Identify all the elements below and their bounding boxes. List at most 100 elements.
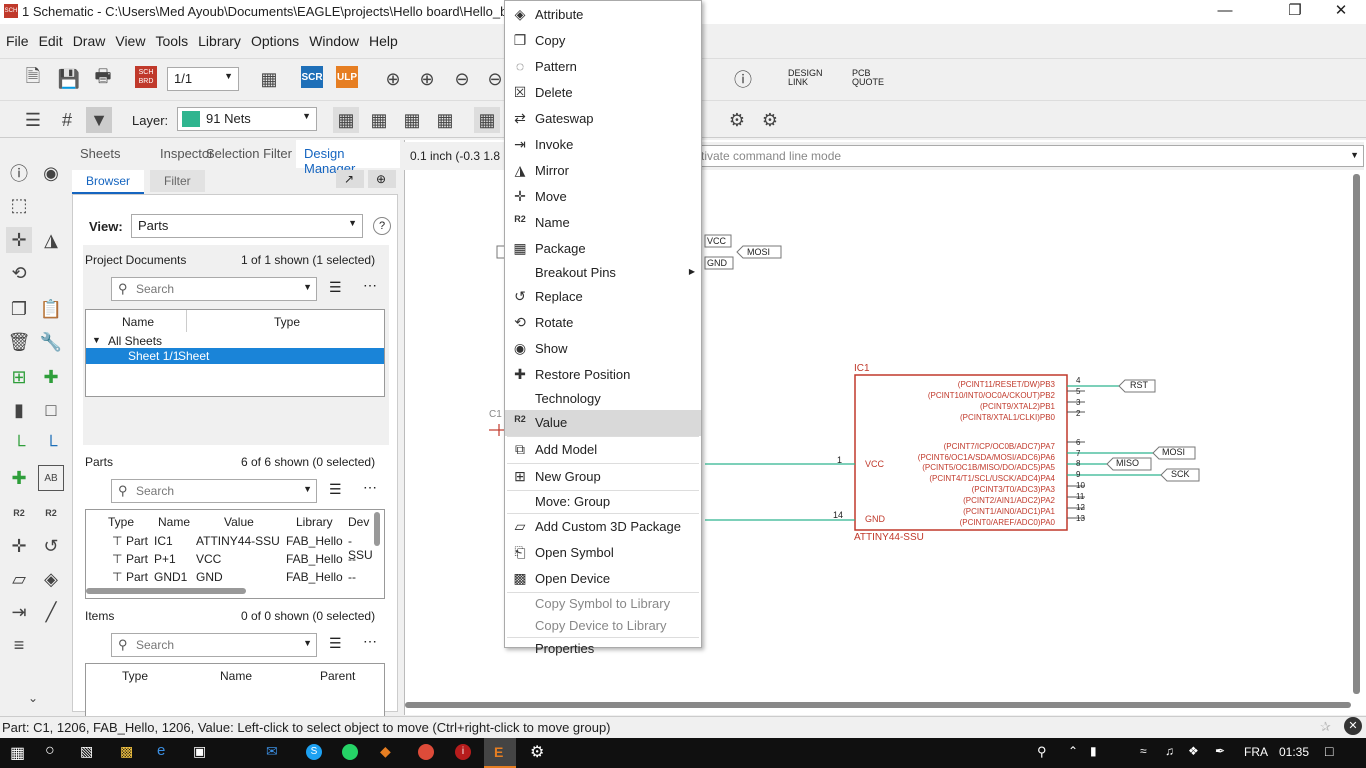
sheet-select[interactable]: 1/1 ▼ bbox=[167, 67, 239, 91]
menu-item-show[interactable]: ◉ Show bbox=[505, 336, 701, 362]
copy-tool-icon[interactable]: ❐ bbox=[6, 296, 32, 322]
align-5-icon[interactable]: ▦ bbox=[474, 107, 500, 133]
menu-item-mirror[interactable]: ◮ Mirror bbox=[505, 158, 701, 184]
expand-icon[interactable]: ⌄ bbox=[20, 685, 46, 711]
rotate-tool-icon[interactable]: ⟲ bbox=[6, 260, 32, 286]
group-all-sheets[interactable]: All Sheets bbox=[108, 334, 162, 348]
menu-item-delete[interactable]: ☒ Delete bbox=[505, 80, 701, 106]
ulp-icon[interactable]: ULP bbox=[336, 66, 358, 88]
edge-icon[interactable]: e bbox=[157, 742, 165, 759]
wifi-icon[interactable]: ≈ bbox=[1140, 744, 1147, 758]
bus-icon[interactable]: └ bbox=[38, 432, 64, 458]
name-tool-icon[interactable]: R2 bbox=[6, 500, 32, 526]
print-icon[interactable]: 🖶 bbox=[90, 66, 116, 92]
menu-edit[interactable]: Edit bbox=[33, 28, 67, 49]
menu-item-rotate[interactable]: ⟲ Rotate bbox=[505, 310, 701, 336]
language-indicator[interactable]: FRA bbox=[1244, 745, 1268, 759]
go-icon[interactable]: ✕ bbox=[1344, 717, 1362, 735]
skype-icon[interactable]: S bbox=[306, 744, 322, 760]
git-icon[interactable]: ◆ bbox=[380, 743, 391, 760]
menu-item-pattern[interactable]: ◌ Pattern bbox=[505, 54, 701, 80]
delete-tool-icon[interactable]: 🗑 bbox=[6, 329, 32, 355]
volume-icon[interactable]: ♫ bbox=[1165, 744, 1174, 758]
zoom-to-icon[interactable]: ⊕ bbox=[368, 170, 396, 188]
add-gate-icon[interactable]: ✚ bbox=[38, 364, 64, 390]
vertical-scrollbar[interactable] bbox=[374, 512, 380, 546]
menu-item-copy-symbol-to-library[interactable]: Copy Symbol to Library bbox=[505, 593, 701, 615]
menu-item-invoke[interactable]: ⇥ Invoke bbox=[505, 132, 701, 158]
subtab-browser[interactable]: Browser bbox=[72, 170, 145, 194]
frame-icon[interactable]: □ bbox=[38, 397, 64, 423]
eagle-taskbar-icon[interactable]: E bbox=[484, 738, 516, 768]
tab-design-manager[interactable]: Design Manager bbox=[296, 140, 400, 176]
whatsapp-icon[interactable] bbox=[342, 744, 358, 760]
pen-icon[interactable]: ✒ bbox=[1215, 744, 1225, 758]
menu-item-properties[interactable]: Properties bbox=[505, 638, 701, 660]
more-icon[interactable]: ⋯ bbox=[363, 479, 377, 496]
attribute-tool-icon[interactable]: ◈ bbox=[38, 566, 64, 592]
align-2-icon[interactable]: ▦ bbox=[366, 107, 392, 133]
people-icon[interactable]: ⚲ bbox=[1037, 744, 1047, 760]
windows-start-icon[interactable]: ▦ bbox=[10, 743, 25, 763]
chrome-icon[interactable] bbox=[418, 744, 434, 760]
wrench-tool-icon[interactable]: 🔧 bbox=[38, 329, 64, 355]
more-icon[interactable]: ⋯ bbox=[363, 277, 377, 294]
filter-icon[interactable]: ▼ bbox=[86, 107, 112, 133]
select-icon[interactable]: ⬚ bbox=[6, 192, 32, 218]
align-4-icon[interactable]: ▦ bbox=[432, 107, 458, 133]
invoke-tool-icon[interactable]: ⇥ bbox=[6, 599, 32, 625]
menu-window[interactable]: Window bbox=[303, 28, 363, 49]
menu-file[interactable]: File bbox=[0, 28, 33, 49]
battery-icon[interactable]: ▮ bbox=[1090, 744, 1097, 758]
subtab-filter[interactable]: Filter bbox=[150, 170, 205, 192]
expand-arrow-icon[interactable]: ▼ bbox=[92, 335, 101, 345]
list-options-icon[interactable]: ☰ bbox=[329, 481, 342, 498]
menu-item-open-device[interactable]: ▩ Open Device bbox=[505, 566, 701, 592]
settings-2-icon[interactable]: ⚙ bbox=[757, 107, 783, 133]
mail-icon[interactable]: ✉ bbox=[266, 743, 278, 760]
menu-options[interactable]: Options bbox=[245, 28, 303, 49]
minimize-button[interactable]: — bbox=[1202, 0, 1248, 24]
menu-item-technology[interactable]: Technology bbox=[505, 388, 701, 410]
mirror-tool-icon[interactable]: ◮ bbox=[38, 227, 64, 253]
close-button[interactable]: ✕ bbox=[1318, 0, 1364, 24]
canvas-horizontal-scrollbar[interactable] bbox=[405, 702, 1351, 708]
eye-icon[interactable]: ◉ bbox=[38, 160, 64, 186]
wire-icon[interactable]: └ bbox=[6, 432, 32, 458]
column-dev[interactable]: Dev bbox=[348, 515, 369, 529]
info-icon[interactable]: ⓘ bbox=[6, 160, 32, 186]
menu-item-copy[interactable]: ❐ Copy bbox=[505, 28, 701, 54]
save-icon[interactable]: 💾 bbox=[56, 66, 82, 92]
zoom-out-icon[interactable]: ⊖ bbox=[449, 66, 475, 92]
menu-library[interactable]: Library bbox=[192, 28, 245, 49]
column-type[interactable]: Type bbox=[108, 515, 134, 529]
help-circle-icon[interactable]: ? bbox=[373, 217, 391, 235]
horizontal-scrollbar[interactable] bbox=[86, 588, 246, 594]
menu-item-breakout-pins[interactable]: Breakout Pins ▶ bbox=[505, 262, 701, 284]
menu-tools[interactable]: Tools bbox=[149, 28, 192, 49]
chevron-down-icon[interactable]: ▼ bbox=[1350, 150, 1359, 160]
chevron-up-icon[interactable]: ⌃ bbox=[1068, 744, 1078, 758]
search-icon[interactable]: ○ bbox=[45, 742, 55, 760]
smash-icon[interactable]: ✛ bbox=[6, 533, 32, 559]
column-library[interactable]: Library bbox=[296, 515, 333, 529]
menu-item-restore-position[interactable]: ✚ Restore Position bbox=[505, 362, 701, 388]
table-row[interactable]: ⊤ Part P+1 VCC FAB_Hello -- bbox=[86, 550, 376, 568]
table-row[interactable]: ⊤ Part IC1 ATTINY44-SSU FAB_Hello -SSU bbox=[86, 532, 376, 562]
list-options-icon[interactable]: ☰ bbox=[329, 635, 342, 652]
dropbox-icon[interactable]: ❖ bbox=[1188, 744, 1199, 758]
replace-tool-icon[interactable]: ↺ bbox=[38, 533, 64, 559]
menu-item-move-group[interactable]: Move: Group bbox=[505, 491, 701, 513]
tab-selection-filter[interactable]: Selection Filter bbox=[198, 140, 300, 168]
column-parent[interactable]: Parent bbox=[320, 669, 355, 683]
library-icon[interactable]: ▦ bbox=[256, 66, 282, 92]
open-icon[interactable]: 🗎 bbox=[20, 66, 46, 92]
layers-icon[interactable]: ☰ bbox=[20, 107, 46, 133]
menu-item-value[interactable]: R2 Value bbox=[505, 410, 701, 436]
column-name[interactable]: Name bbox=[122, 315, 154, 329]
script-icon[interactable]: SCR bbox=[301, 66, 323, 88]
add-part-icon[interactable]: ⊞ bbox=[6, 364, 32, 390]
align-icon[interactable]: ▦ bbox=[333, 107, 359, 133]
menu-item-copy-device-to-library[interactable]: Copy Device to Library bbox=[505, 615, 701, 637]
file-explorer-icon[interactable]: ▩ bbox=[120, 743, 133, 760]
